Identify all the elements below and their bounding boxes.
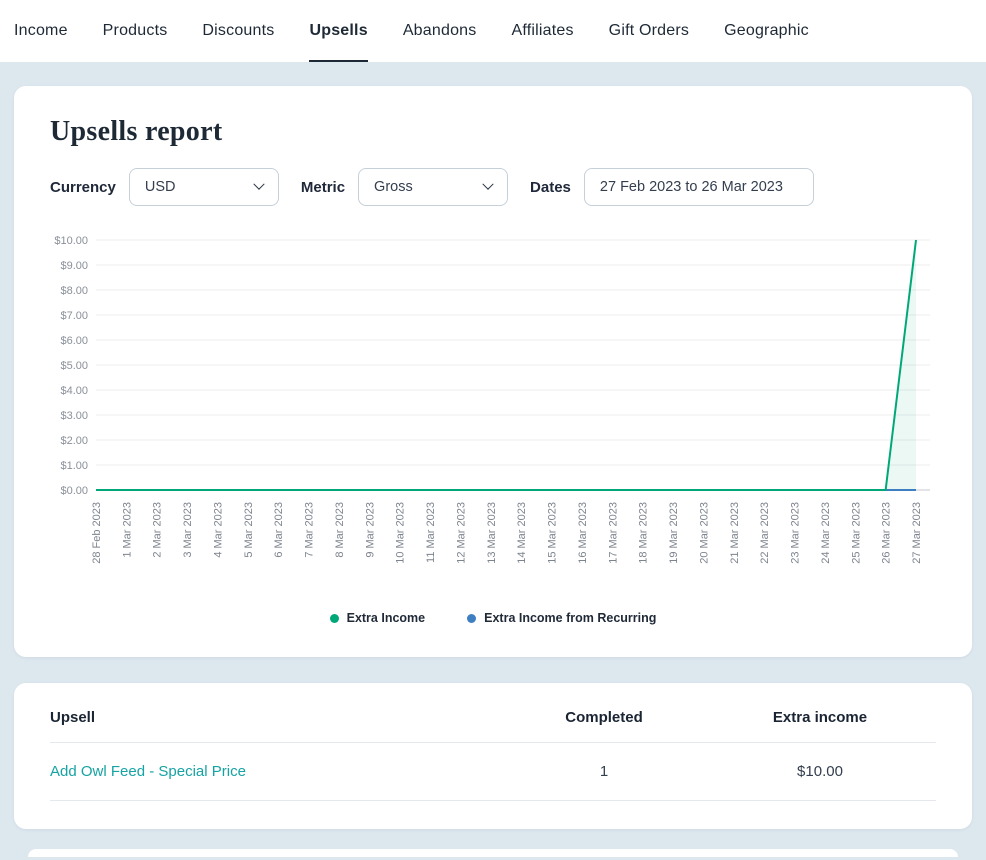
svg-text:10 Mar 2023: 10 Mar 2023	[395, 502, 407, 564]
table-row: Add Owl Feed - Special Price 1 $10.00	[50, 743, 936, 801]
tab-affiliates[interactable]: Affiliates	[511, 0, 573, 62]
svg-text:4 Mar 2023: 4 Mar 2023	[212, 502, 224, 558]
table-header-row: Upsell Completed Extra income	[50, 709, 936, 743]
svg-text:8 Mar 2023: 8 Mar 2023	[334, 502, 346, 558]
legend-extra-income[interactable]: Extra Income	[329, 611, 426, 625]
svg-text:6 Mar 2023: 6 Mar 2023	[273, 502, 285, 558]
svg-text:18 Mar 2023: 18 Mar 2023	[638, 502, 650, 564]
metric-select[interactable]: Gross	[358, 168, 509, 206]
svg-text:16 Mar 2023: 16 Mar 2023	[577, 502, 589, 564]
report-filters: Currency USD Metric Gross Dates 27 Feb 2…	[50, 168, 936, 206]
tab-geographic[interactable]: Geographic	[724, 0, 809, 62]
svg-text:22 Mar 2023: 22 Mar 2023	[759, 502, 771, 564]
svg-text:$1.00: $1.00	[60, 460, 88, 472]
svg-text:7 Mar 2023: 7 Mar 2023	[304, 502, 316, 558]
dates-label: Dates	[530, 178, 571, 196]
legend-extra-income-label: Extra Income	[346, 611, 426, 625]
completed-value: 1	[599, 763, 609, 780]
extra-income-dot-icon	[329, 613, 339, 623]
svg-text:25 Mar 2023: 25 Mar 2023	[850, 502, 862, 564]
svg-text:$5.00: $5.00	[60, 360, 88, 372]
tab-upsells[interactable]: Upsells	[309, 0, 368, 62]
tab-abandons[interactable]: Abandons	[403, 0, 477, 62]
svg-text:28 Feb 2023: 28 Feb 2023	[91, 502, 103, 564]
svg-text:23 Mar 2023: 23 Mar 2023	[790, 502, 802, 564]
main-content: Upsells report Currency USD Metric Gross…	[0, 62, 986, 857]
currency-select-value: USD	[144, 179, 176, 195]
date-range-value: 27 Feb 2023 to 26 Mar 2023	[599, 179, 783, 195]
svg-text:20 Mar 2023: 20 Mar 2023	[698, 502, 710, 564]
currency-select[interactable]: USD	[128, 168, 279, 206]
svg-text:$7.00: $7.00	[60, 310, 88, 322]
svg-text:26 Mar 2023: 26 Mar 2023	[881, 502, 893, 564]
svg-text:19 Mar 2023: 19 Mar 2023	[668, 502, 680, 564]
upsells-line-chart: $0.00 $1.00 $2.00 $3.00 $4.00 $5.00 $6.00 $7.00…	[54, 235, 930, 564]
svg-text:3 Mar 2023: 3 Mar 2023	[182, 502, 194, 558]
svg-text:$0.00: $0.00	[60, 485, 88, 497]
upsells-report-card: Upsells report Currency USD Metric Gross…	[14, 86, 972, 657]
currency-label: Currency	[50, 178, 116, 196]
chart-legend: Extra Income Extra Income from Recurring	[50, 611, 936, 625]
svg-text:1 Mar 2023: 1 Mar 2023	[121, 502, 133, 558]
col-header-extra-income: Extra income	[772, 709, 868, 726]
svg-text:$3.00: $3.00	[60, 410, 88, 422]
date-range-input[interactable]: 27 Feb 2023 to 26 Mar 2023	[583, 168, 814, 206]
svg-text:11 Mar 2023: 11 Mar 2023	[425, 502, 437, 563]
page-title: Upsells report	[50, 116, 223, 147]
svg-text:$10.00: $10.00	[54, 235, 88, 247]
metric-select-value: Gross	[374, 179, 413, 195]
tab-products[interactable]: Products	[103, 0, 168, 62]
svg-text:$6.00: $6.00	[60, 335, 88, 347]
chevron-down-icon	[482, 178, 494, 190]
tab-gift-orders[interactable]: Gift Orders	[609, 0, 689, 62]
legend-recurring-label: Extra Income from Recurring	[484, 611, 657, 625]
svg-text:24 Mar 2023: 24 Mar 2023	[820, 502, 832, 564]
svg-text:21 Mar 2023: 21 Mar 2023	[729, 502, 741, 564]
extra-income-value: $10.00	[797, 763, 843, 780]
next-section-peek	[28, 849, 958, 857]
svg-text:$4.00: $4.00	[60, 385, 88, 397]
svg-text:$8.00: $8.00	[60, 285, 88, 297]
svg-text:14 Mar 2023: 14 Mar 2023	[516, 502, 528, 564]
svg-text:5 Mar 2023: 5 Mar 2023	[243, 502, 255, 558]
svg-text:9 Mar 2023: 9 Mar 2023	[364, 502, 376, 558]
svg-text:$2.00: $2.00	[60, 435, 88, 447]
recurring-income-dot-icon	[467, 613, 477, 623]
reports-tab-bar: Income Products Discounts Upsells Abando…	[0, 0, 986, 62]
svg-text:27 Mar 2023: 27 Mar 2023	[911, 502, 923, 564]
svg-text:$9.00: $9.00	[60, 260, 88, 272]
chart-area: $0.00 $1.00 $2.00 $3.00 $4.00 $5.00 $6.00 $7.00…	[50, 230, 936, 595]
col-header-completed: Completed	[565, 709, 643, 726]
svg-text:2 Mar 2023: 2 Mar 2023	[152, 502, 164, 558]
tab-income[interactable]: Income	[14, 0, 68, 62]
metric-label: Metric	[300, 178, 346, 196]
chevron-down-icon	[253, 178, 265, 190]
col-header-upsell: Upsell	[50, 709, 96, 726]
upsells-table-card: Upsell Completed Extra income Add Owl Fe…	[14, 683, 972, 829]
svg-text:12 Mar 2023: 12 Mar 2023	[455, 502, 467, 564]
tab-discounts[interactable]: Discounts	[202, 0, 274, 62]
upsell-link[interactable]: Add Owl Feed - Special Price	[50, 763, 504, 780]
svg-text:13 Mar 2023: 13 Mar 2023	[486, 502, 498, 564]
svg-text:17 Mar 2023: 17 Mar 2023	[607, 502, 619, 564]
legend-extra-income-recurring[interactable]: Extra Income from Recurring	[467, 611, 656, 625]
svg-text:15 Mar 2023: 15 Mar 2023	[547, 502, 559, 564]
